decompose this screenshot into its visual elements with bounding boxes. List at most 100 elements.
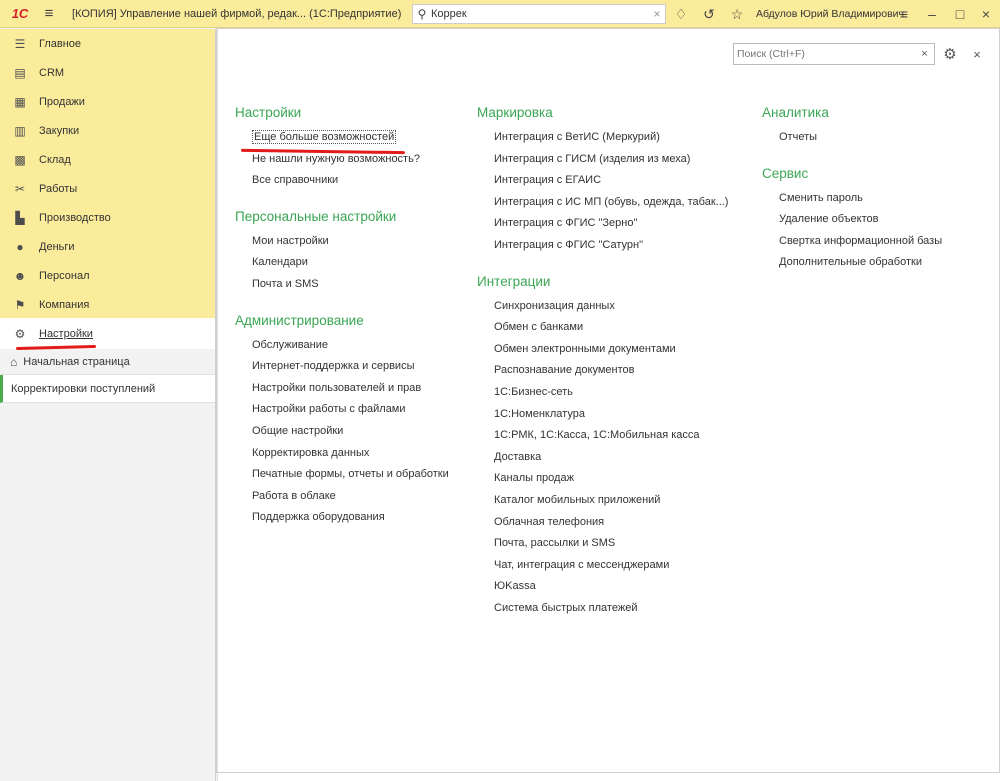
bell-icon[interactable]: ♢ [671,4,691,24]
section-link[interactable]: Обмен электронными документами [477,343,728,365]
sidebar-item-money[interactable]: ● Деньги [0,232,215,261]
sidebar-item-label: CRM [39,66,65,79]
section-link[interactable]: Синхронизация данных [477,300,728,322]
section-link[interactable]: Доставка [477,451,728,473]
section-link[interactable]: Интеграция с ЕГАИС [477,174,728,196]
section-link[interactable]: Облачная телефония [477,516,728,538]
app-logo[interactable]: 1С [6,0,34,28]
user-name[interactable]: Абдулов Юрий Владимирович [756,8,904,20]
section-link[interactable]: Интеграция с ФГИС "Сатурн" [477,239,728,261]
section-title: Интеграции [477,273,551,289]
sidebar-item-main[interactable]: ☰ Главное [0,29,215,58]
clear-icon[interactable]: × [915,43,935,65]
section-link[interactable]: Печатные формы, отчеты и обработки [235,468,449,490]
open-window-tab[interactable]: Корректировки поступлений [0,375,215,403]
section-title: Аналитика [762,105,829,120]
section-link[interactable]: Чат, интеграция с мессенджерами [477,559,728,581]
global-search-input[interactable] [431,8,649,20]
section-link[interactable]: 1С:Бизнес-сеть [477,386,728,408]
section-link[interactable]: Интеграция с ВетИС (Меркурий) [477,131,728,153]
section-link[interactable]: Все справочники [235,174,449,196]
sidebar-item-label: Закупки [39,124,80,137]
section-link[interactable]: Почта и SMS [235,278,449,300]
section-link[interactable]: 1С:Номенклатура [477,408,728,430]
section-link[interactable]: Поддержка оборудования [235,511,449,533]
sidebar-item-label: Главное [39,37,82,50]
factory-icon: ▙ [15,210,25,225]
section-link[interactable]: Сменить пароль [762,192,942,214]
section-link[interactable]: Календари [235,256,449,278]
section-link[interactable]: 1С:РМК, 1С:Касса, 1С:Мобильная касса [477,429,728,451]
section-link[interactable]: Корректировка данных [235,447,449,469]
sidebar-item-label: Склад [39,153,71,166]
global-search[interactable]: ⚲ × [412,4,666,24]
section-title: Сервис [762,165,809,181]
section-link[interactable]: Интеграция с ГИСМ (изделия из меха) [477,153,728,175]
section-link[interactable]: Обмен с банками [477,321,728,343]
flag-icon: ⚑ [14,297,26,312]
column-3: Аналитика Отчеты Сервис Сменить пароль У… [762,105,942,278]
tools-icon: ✂ [14,181,26,196]
sidebar-item-settings[interactable]: ⚙ Настройки [0,318,215,349]
gear-icon[interactable]: ⚙ [940,44,960,64]
section-link[interactable]: Обслуживание [235,339,449,361]
section-link[interactable]: Свертка информационной базы [762,235,942,257]
maximize-icon[interactable]: □ [950,4,970,24]
section-title: Администрирование [235,312,364,328]
column-1: Настройки Еще больше возможностей Не наш… [235,105,449,533]
sidebar-item-company[interactable]: ⚑ Компания [0,290,215,319]
sidebar-item-label: Компания [39,298,90,311]
section-link[interactable]: ЮKassa [477,580,728,602]
section-link[interactable]: Удаление объектов [762,213,942,235]
section-link[interactable]: Мои настройки [235,235,449,257]
star-icon[interactable]: ☆ [727,4,747,24]
menu-lines-icon: ☰ [14,36,26,51]
home-page-link[interactable]: ⌂ Начальная страница [0,349,215,375]
section-link[interactable]: Общие настройки [235,425,449,447]
section-link[interactable]: Интеграция с ФГИС "Зерно" [477,217,728,239]
sidebar-item-label: Настройки [39,327,93,340]
main-menu-icon[interactable]: ≡ [38,0,60,28]
sidebar: ☰ Главное ▤ CRM ▦ Продажи ▥ Закупки ▩ Ск… [0,29,216,781]
section-link[interactable]: Каталог мобильных приложений [477,494,728,516]
section-link[interactable]: Отчеты [762,131,942,153]
section-link[interactable]: Не нашли нужную возможность? [235,153,449,175]
section-link[interactable]: Настройки работы с файлами [235,403,449,425]
minimize-icon[interactable]: – [922,4,942,24]
sidebar-item-purchases[interactable]: ▥ Закупки [0,116,215,145]
settings-panel: × ⚙ × Настройки Еще больше возможностей … [217,29,1000,781]
sidebar-item-staff[interactable]: ☻ Персонал [0,261,215,290]
window-title: [КОПИЯ] Управление нашей фирмой, редак..… [72,7,402,20]
close-window-icon[interactable]: × [976,4,996,24]
open-window-label: Корректировки поступлений [11,382,156,395]
history-icon[interactable]: ↺ [699,4,719,24]
home-icon: ⌂ [10,354,18,369]
section-link[interactable]: Распознавание документов [477,364,728,386]
sidebar-item-label: Персонал [39,269,90,282]
sidebar-item-production[interactable]: ▙ Производство [0,203,215,232]
close-icon[interactable]: × [968,44,986,64]
settings-menu-icon[interactable]: ≡ [894,4,914,24]
section-link[interactable]: Интернет-поддержка и сервисы [235,360,449,382]
column-2: Маркировка Интеграция с ВетИС (Меркурий)… [477,105,728,623]
section-link[interactable]: Интеграция с ИС МП (обувь, одежда, табак… [477,196,728,218]
people-icon: ☻ [13,268,27,283]
basket-icon: ▦ [14,94,26,109]
sidebar-item-sales[interactable]: ▦ Продажи [0,87,215,116]
section-link[interactable]: Настройки пользователей и прав [235,382,449,404]
sidebar-item-label: Работы [39,182,78,195]
coin-icon: ● [16,239,24,254]
section-link[interactable]: Каналы продаж [477,472,728,494]
section-link[interactable]: Почта, рассылки и SMS [477,537,728,559]
section-title: Настройки [235,105,302,120]
clear-icon[interactable]: × [649,7,665,21]
section-link[interactable]: Работа в облаке [235,490,449,512]
sidebar-item-warehouse[interactable]: ▩ Склад [0,145,215,174]
section-link[interactable]: Система быстрых платежей [477,602,728,624]
find-search[interactable] [733,43,931,65]
cart-icon: ▥ [14,123,26,138]
section-link[interactable]: Дополнительные обработки [762,256,942,278]
find-search-input[interactable] [734,44,914,64]
sidebar-item-works[interactable]: ✂ Работы [0,174,215,203]
sidebar-item-crm[interactable]: ▤ CRM [0,58,215,87]
